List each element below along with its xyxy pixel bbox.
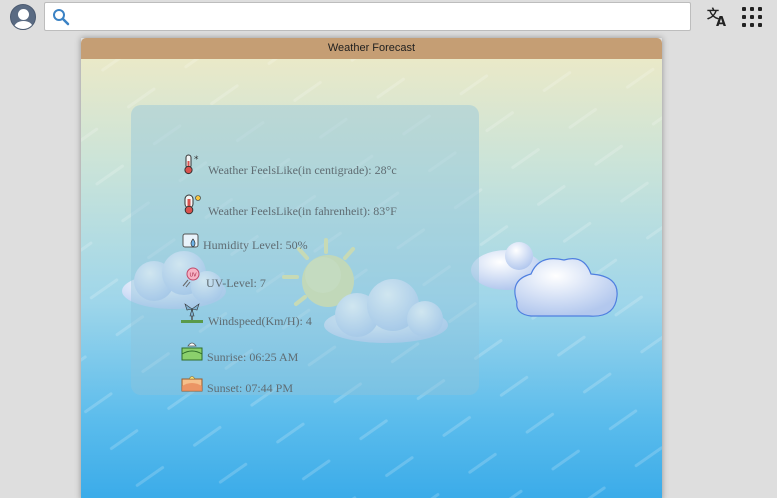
uv-level-text: UV-Level: 7 <box>206 276 266 290</box>
windspeed-row: Windspeed(Km/H): 4 <box>181 301 381 328</box>
sunrise-row: Sunrise: 06:25 AM <box>181 339 381 365</box>
humidity-row: Humidity Level: 50% <box>181 231 441 255</box>
weather-window: Weather Forecast * Weather FeelsLike(in … <box>81 38 662 500</box>
humidity-text: Humidity Level: 50% <box>203 238 308 252</box>
weather-content: * Weather FeelsLike(in centigrade): 28°c… <box>81 59 662 500</box>
feelslike-celsius-row: * Weather FeelsLike(in centigrade): 28°c <box>181 153 441 179</box>
sunrise-icon <box>181 342 203 361</box>
profile-avatar-icon[interactable] <box>10 4 36 30</box>
cloud-icon <box>471 242 618 317</box>
feelslike-fahrenheit-text: Weather FeelsLike(in fahrenheit): 83°F <box>208 204 397 218</box>
svg-text:*: * <box>194 155 199 165</box>
svg-text:UV: UV <box>190 273 198 279</box>
windspeed-text: Windspeed(Km/H): 4 <box>208 314 312 328</box>
feelslike-celsius-text: Weather FeelsLike(in centigrade): 28°c <box>208 163 397 177</box>
windmill-icon <box>181 303 203 323</box>
sunrise-text: Sunrise: 06:25 AM <box>207 350 299 364</box>
search-icon[interactable] <box>52 8 70 26</box>
sunset-text: Sunset: 07:44 PM <box>207 381 294 395</box>
apps-grid-icon[interactable] <box>742 7 762 27</box>
uv-icon: UV <box>182 267 200 288</box>
search-input[interactable] <box>71 5 681 28</box>
sunset-icon <box>181 376 203 392</box>
uv-level-row: UV UV-Level: 7 <box>181 266 381 290</box>
translate-icon[interactable]: 文 A <box>706 5 730 29</box>
thermometer-snow-icon: * <box>184 154 199 175</box>
search-bar[interactable] <box>44 2 691 31</box>
top-bar: 文 A <box>0 0 777 34</box>
feelslike-fahrenheit-row: Weather FeelsLike(in fahrenheit): 83°F <box>181 193 441 219</box>
thermometer-sun-icon <box>184 194 201 215</box>
window-title: Weather Forecast <box>81 38 662 59</box>
humidity-icon <box>182 233 199 248</box>
svg-text:A: A <box>716 15 726 29</box>
sunset-row: Sunset: 07:44 PM <box>181 371 381 397</box>
